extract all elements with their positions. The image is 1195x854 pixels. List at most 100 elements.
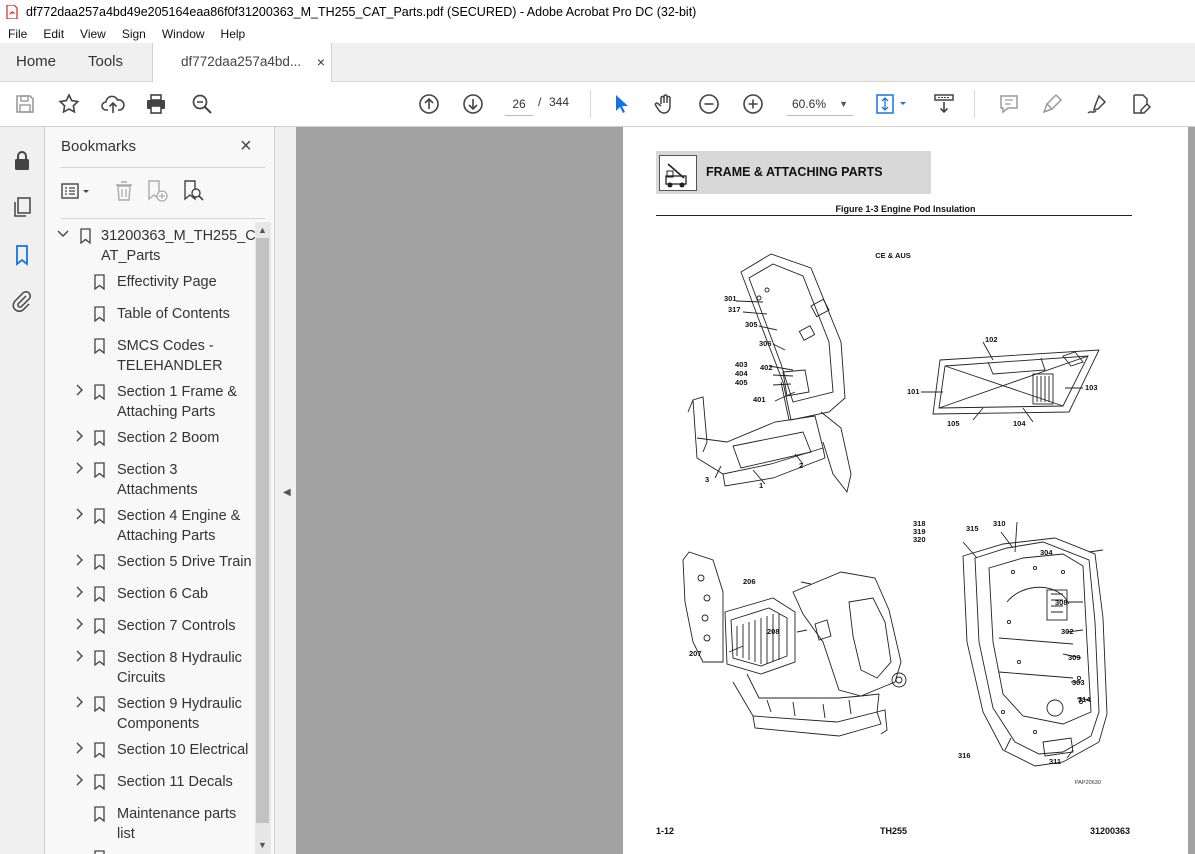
- tab-tools[interactable]: Tools: [88, 43, 123, 81]
- close-panel-icon[interactable]: ×: [240, 135, 252, 158]
- menu-sign[interactable]: Sign: [114, 27, 154, 41]
- print-icon[interactable]: [143, 91, 169, 117]
- bookmark-flag-icon: [94, 554, 105, 571]
- bookmark-label: SMCS Codes -: [117, 338, 214, 354]
- bookmark-star-icon[interactable]: [56, 91, 82, 117]
- title-bar: df772daa257a4bd49e205164eaa86f0f31200363…: [0, 0, 1195, 24]
- menu-help[interactable]: Help: [213, 27, 254, 41]
- callout-label: 317: [728, 305, 741, 314]
- chevron-right-icon[interactable]: [73, 695, 85, 709]
- toolbar: 26 / 344 60.6% ▼: [0, 82, 1195, 127]
- page-number-input[interactable]: 26: [505, 93, 533, 116]
- callout-label: 304: [1040, 548, 1053, 557]
- upload-icon[interactable]: [100, 91, 126, 117]
- save-icon[interactable]: [12, 91, 38, 117]
- chevron-right-icon[interactable]: [73, 383, 85, 397]
- scroll-down-icon[interactable]: ▼: [258, 840, 267, 850]
- close-tab-icon[interactable]: ×: [317, 43, 325, 81]
- callout-label: 306: [759, 339, 772, 348]
- bookmark-label: Circuits: [117, 670, 166, 686]
- bookmark-label: Section 8 Hydraulic: [117, 650, 242, 666]
- section-header: FRAME & ATTACHING PARTS: [656, 151, 931, 194]
- callout-label: 310: [993, 519, 1006, 528]
- tab-home[interactable]: Home: [16, 43, 56, 81]
- callout-label: 301: [724, 294, 737, 303]
- panel-splitter[interactable]: ◀: [274, 127, 297, 854]
- image-code: PAP20630: [1075, 780, 1101, 786]
- scroll-up-icon[interactable]: ▲: [258, 225, 267, 235]
- bookmark-root[interactable]: 31200363_M_TH255_C AT_Parts: [45, 226, 255, 266]
- scrollbar-thumb[interactable]: [256, 238, 269, 823]
- chevron-right-icon[interactable]: [73, 773, 85, 787]
- pages-icon[interactable]: [10, 195, 34, 219]
- chevron-right-icon[interactable]: [73, 649, 85, 663]
- page-up-icon[interactable]: [416, 91, 442, 117]
- new-bookmark-icon[interactable]: [143, 177, 171, 205]
- figure-title: Figure 1-3 Engine Pod Insulation: [835, 204, 976, 214]
- pdf-page: FRAME & ATTACHING PARTS Figure 1-3 Engin…: [623, 127, 1188, 854]
- chevron-down-icon[interactable]: [57, 227, 69, 241]
- menu-view[interactable]: View: [72, 27, 114, 41]
- highlight-icon[interactable]: [1040, 91, 1066, 117]
- bookmark-label: Section 4 Engine &: [117, 508, 241, 524]
- bookmark-flag-icon: [94, 430, 105, 447]
- page-down-icon[interactable]: [460, 91, 486, 117]
- document-viewport[interactable]: FRAME & ATTACHING PARTS Figure 1-3 Engin…: [296, 127, 1195, 854]
- comment-icon[interactable]: [996, 91, 1022, 117]
- callout-label: 316: [958, 751, 971, 760]
- chevron-right-icon[interactable]: [73, 585, 85, 599]
- select-cursor-icon[interactable]: [608, 91, 634, 117]
- fit-page-icon[interactable]: [874, 91, 910, 117]
- callout-label: 302: [1061, 627, 1074, 636]
- bookmark-label: Section 6 Cab: [117, 586, 209, 602]
- zoom-in-icon[interactable]: [740, 91, 766, 117]
- menu-file[interactable]: File: [0, 27, 35, 41]
- chevron-right-icon[interactable]: [73, 553, 85, 567]
- bookmarks-scrollbar[interactable]: ▲ ▼: [255, 222, 271, 854]
- edit-pdf-icon[interactable]: [1128, 91, 1154, 117]
- chevron-right-icon[interactable]: [73, 461, 85, 475]
- callout-label: 1: [759, 481, 763, 490]
- hand-icon[interactable]: [652, 91, 678, 117]
- callout-label: 305: [745, 320, 758, 329]
- bookmark-label: Section 10 Electrical: [117, 742, 249, 758]
- chevron-right-icon[interactable]: [73, 741, 85, 755]
- bookmark-flag-icon: [94, 650, 105, 667]
- chevron-right-icon[interactable]: [73, 507, 85, 521]
- callout-label: 320: [913, 535, 926, 544]
- callout-label: 315: [966, 524, 979, 533]
- left-rail: [0, 127, 45, 854]
- search-zoom-icon[interactable]: [189, 91, 215, 117]
- delete-bookmark-icon[interactable]: [110, 177, 138, 205]
- window-title: df772daa257a4bd49e205164eaa86f0f31200363…: [26, 5, 697, 19]
- menu-edit[interactable]: Edit: [35, 27, 72, 41]
- bookmark-label: Section 1 Frame &: [117, 384, 238, 400]
- callout-label: 303: [1072, 678, 1085, 687]
- bookmark-flag-icon: [94, 338, 105, 355]
- callout-label: 3: [705, 475, 709, 484]
- callout-label: 103: [1085, 383, 1098, 392]
- scroll-mode-icon[interactable]: [931, 91, 957, 117]
- callout-label: 403: [735, 360, 748, 369]
- zoom-level-value: 60.6%: [792, 97, 827, 111]
- collapse-panel-icon[interactable]: ◀: [283, 487, 291, 498]
- menu-window[interactable]: Window: [154, 27, 213, 41]
- engine-pod-drawing: 301 317 305 306 403 404 405 402 401 3 1 …: [682, 253, 1108, 767]
- sign-icon[interactable]: [1084, 91, 1110, 117]
- bookmark-label: Attaching Parts: [117, 404, 216, 420]
- lock-icon[interactable]: [10, 149, 34, 173]
- bookmark-options-icon[interactable]: [59, 177, 89, 205]
- attachment-icon[interactable]: [10, 289, 34, 313]
- tab-document[interactable]: df772daa257a4bd... ×: [152, 43, 332, 82]
- bookmark-label: Maintenance parts: [117, 806, 237, 822]
- bookmark-icon[interactable]: [10, 243, 34, 267]
- bookmark-flag-icon: [94, 850, 105, 854]
- chevron-right-icon[interactable]: [73, 429, 85, 443]
- chevron-right-icon[interactable]: [73, 617, 85, 631]
- zoom-out-icon[interactable]: [696, 91, 722, 117]
- bookmark-label: AT_Parts: [101, 248, 161, 264]
- bookmark-label: 31200363_M_TH255_C: [101, 228, 255, 244]
- find-bookmark-icon[interactable]: [179, 177, 207, 205]
- bookmark-label: Attaching Parts: [117, 528, 216, 544]
- zoom-level-select[interactable]: 60.6% ▼: [787, 93, 853, 116]
